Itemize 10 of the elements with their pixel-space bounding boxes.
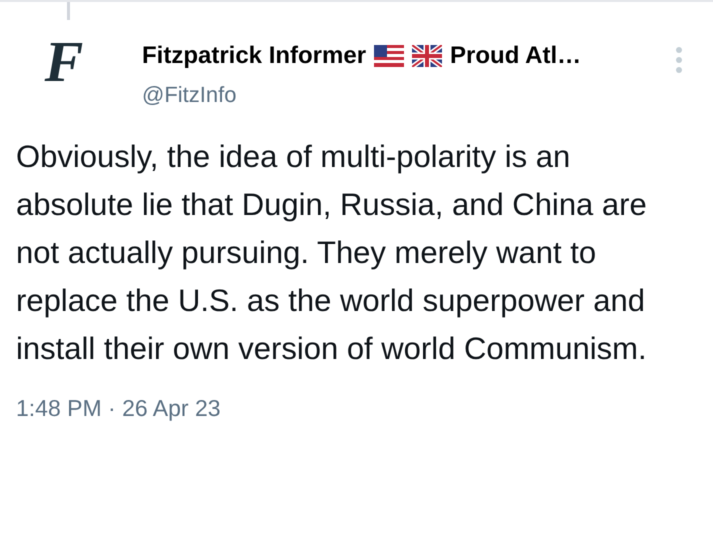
timestamp[interactable]: 1:48 PM · 26 Apr 23 xyxy=(0,391,713,426)
user-handle[interactable]: @FitzInfo xyxy=(142,78,675,111)
avatar-letter: F xyxy=(44,33,84,91)
tweet-text: Obviously, the idea of multi-polarity is an absolute lie that Dugin, Russia, and China are not actually pursuing. They merely want to replace the U.S. as the world superpower and install their own version of world Communism. xyxy=(15,138,648,368)
display-name[interactable]: Fitzpatrick Informer xyxy=(142,38,366,74)
flag-icon xyxy=(374,45,404,67)
avatar[interactable]: F xyxy=(14,32,114,92)
flag-icon xyxy=(412,45,442,67)
more-options-icon[interactable] xyxy=(675,46,683,74)
display-name-suffix: Proud Atl… xyxy=(450,41,582,71)
